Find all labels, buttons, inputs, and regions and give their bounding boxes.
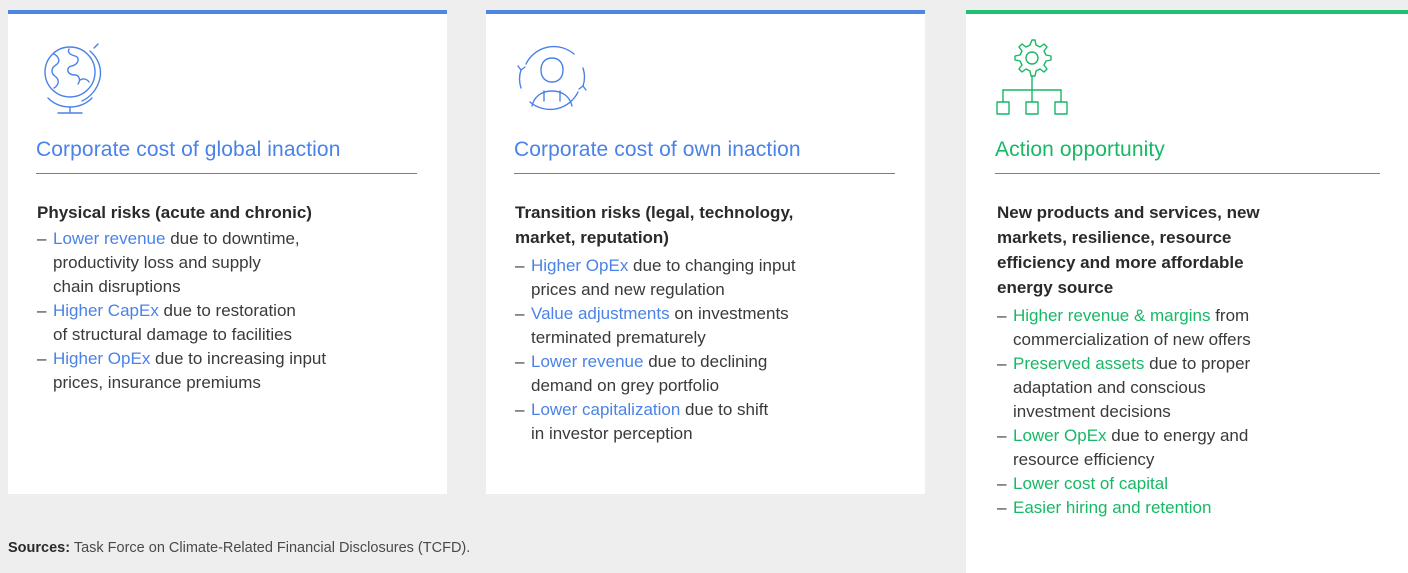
- list-item: Lower capitalization due to shiftin inve…: [515, 398, 905, 446]
- list-item: Lower revenue due to decliningdemand on …: [515, 350, 905, 398]
- card-content: Transition risks (legal, technology, mark…: [515, 200, 905, 446]
- card-subhead: Transition risks (legal, technology, mark…: [515, 203, 794, 247]
- card-global-inaction: Corporate cost of global inaction Physic…: [8, 10, 447, 494]
- list-item: Higher OpEx due to increasing inputprice…: [37, 347, 427, 395]
- gear-hierarchy-icon: [990, 36, 1074, 116]
- list-item: Value adjustments on investmentsterminat…: [515, 302, 905, 350]
- card-accent-bar: [486, 10, 925, 14]
- card-title: Corporate cost of own inaction: [514, 138, 895, 174]
- sources-label: Sources:: [8, 540, 71, 556]
- list-item: Higher CapEx due to restorationof struct…: [37, 299, 427, 347]
- list-item: Lower OpEx due to energy andresource eff…: [997, 424, 1388, 472]
- list-item: Easier hiring and retention: [997, 496, 1388, 520]
- risk-list: Lower revenue due to downtime,productivi…: [37, 227, 427, 395]
- card-own-inaction: Corporate cost of own inaction Transitio…: [486, 10, 925, 494]
- globe-icon: [36, 40, 112, 116]
- sources-text: Task Force on Climate-Related Financial …: [70, 540, 471, 556]
- risk-list: Higher OpEx due to changing inputprices …: [515, 254, 905, 446]
- card-content: Physical risks (acute and chronic) Lower…: [37, 200, 427, 395]
- card-title: Action opportunity: [995, 138, 1380, 174]
- person-cycle-icon: [514, 40, 590, 116]
- card-content: New products and services, new markets, r…: [997, 200, 1388, 520]
- sources-note: Sources: Task Force on Climate-Related F…: [8, 540, 470, 556]
- card-subhead: New products and services, new markets, r…: [997, 203, 1260, 297]
- card-action-opportunity: Action opportunity New products and serv…: [966, 10, 1408, 573]
- opportunity-list: Higher revenue & margins fromcommerciali…: [997, 304, 1388, 520]
- card-title: Corporate cost of global inaction: [36, 138, 417, 174]
- list-item: Lower cost of capital: [997, 472, 1388, 496]
- list-item: Preserved assets due to properadaptation…: [997, 352, 1388, 424]
- card-subhead: Physical risks (acute and chronic): [37, 203, 312, 222]
- list-item: Higher revenue & margins fromcommerciali…: [997, 304, 1388, 352]
- list-item: Lower revenue due to downtime,productivi…: [37, 227, 427, 299]
- card-accent-bar: [8, 10, 447, 14]
- card-accent-bar: [966, 10, 1408, 14]
- list-item: Higher OpEx due to changing inputprices …: [515, 254, 905, 302]
